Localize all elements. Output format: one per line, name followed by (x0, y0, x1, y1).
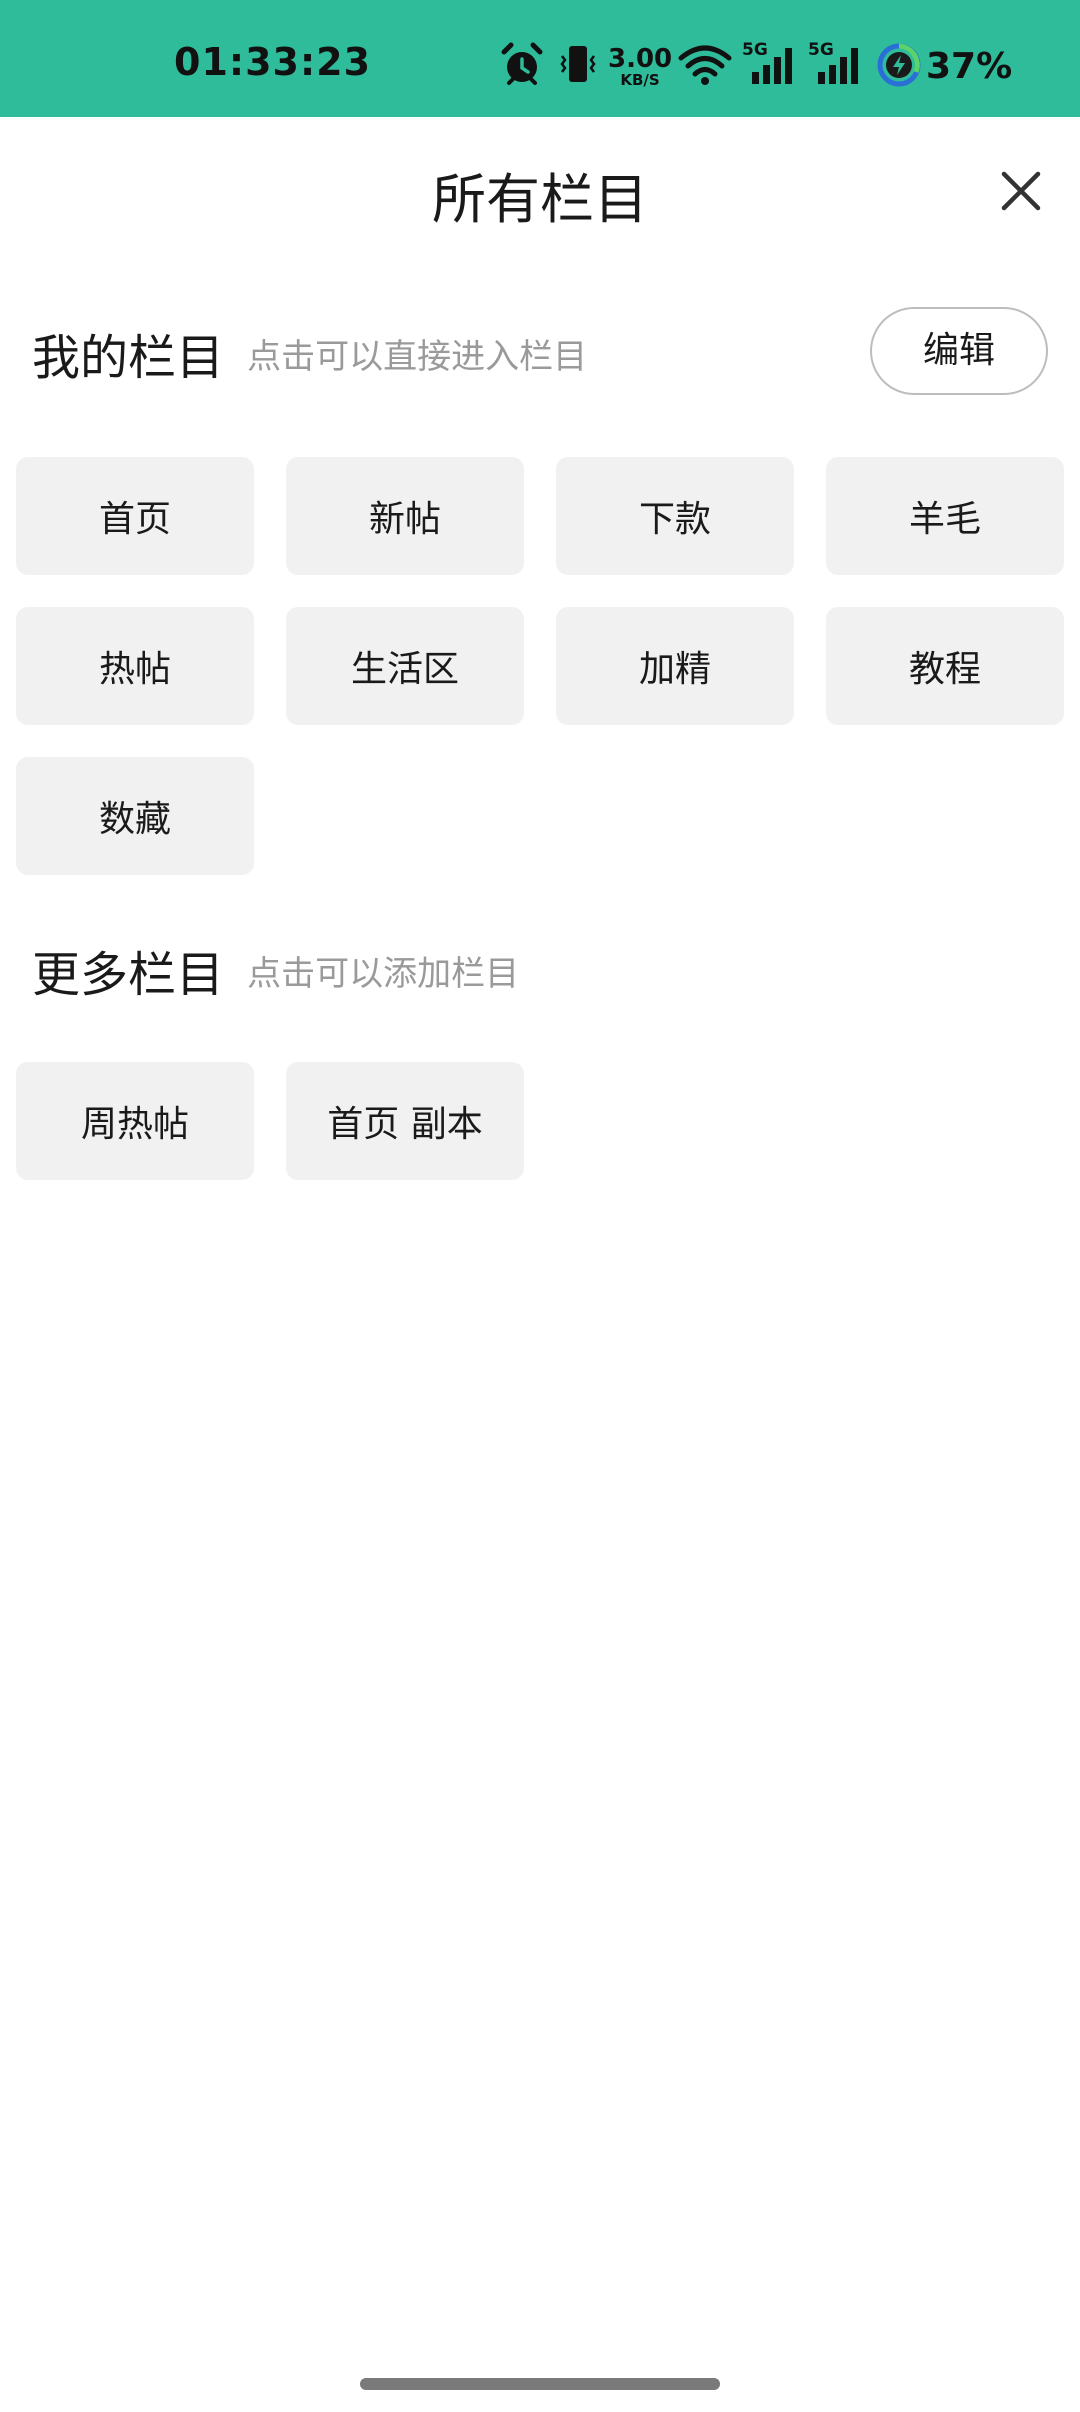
battery-charging-icon (877, 43, 921, 87)
wifi-icon (678, 45, 732, 85)
battery-percent: 37% (926, 46, 1013, 87)
status-bar: 01:33:23 3.00 KB/S 5G 5G 37% (0, 0, 1080, 117)
network-speed-unit: KB/S (620, 71, 660, 89)
signal-icon: 5G (808, 40, 866, 88)
column-chip-deals[interactable]: 羊毛 (826, 457, 1064, 575)
column-chip-home-copy[interactable]: 首页 副本 (286, 1062, 524, 1180)
my-columns-hint: 点击可以直接进入栏目 (247, 336, 588, 377)
edit-button[interactable]: 编辑 (870, 307, 1048, 395)
my-columns-title: 我的栏目 (32, 330, 225, 386)
more-columns-hint: 点击可以添加栏目 (247, 953, 520, 994)
column-chip-life[interactable]: 生活区 (286, 607, 524, 725)
close-icon[interactable] (990, 160, 1052, 222)
close-button[interactable] (990, 160, 1052, 222)
more-columns-header: 更多栏目 点击可以添加栏目 (32, 935, 519, 1005)
column-chip-digital-collectibles[interactable]: 数藏 (16, 757, 254, 875)
alarm-icon (501, 42, 543, 85)
my-columns-grid: 首页 新帖 下款 羊毛 热帖 生活区 加精 教程 数藏 (16, 457, 1064, 875)
column-chip-home[interactable]: 首页 (16, 457, 254, 575)
network-speed: 3.00 KB/S (608, 46, 672, 88)
signal-icon: 5G (742, 40, 800, 88)
vibrate-icon (560, 46, 596, 82)
my-columns-header: 我的栏目 点击可以直接进入栏目 (32, 318, 587, 388)
more-columns-title: 更多栏目 (32, 947, 225, 1003)
column-chip-new-posts[interactable]: 新帖 (286, 457, 524, 575)
all-columns-page: 01:33:23 3.00 KB/S 5G 5G 37% 所有栏目 我的栏目 点… (0, 0, 1080, 2412)
column-chip-featured[interactable]: 加精 (556, 607, 794, 725)
column-chip-loans[interactable]: 下款 (556, 457, 794, 575)
page-title: 所有栏目 (432, 168, 648, 231)
status-time: 01:33:23 (174, 40, 372, 84)
column-chip-hot-posts[interactable]: 热帖 (16, 607, 254, 725)
more-columns-grid: 周热帖 首页 副本 (16, 1062, 1064, 1180)
network-speed-value: 3.00 (608, 44, 673, 74)
home-indicator[interactable] (360, 2378, 720, 2390)
column-chip-weekly-hot[interactable]: 周热帖 (16, 1062, 254, 1180)
column-chip-tutorials[interactable]: 教程 (826, 607, 1064, 725)
status-icons: 3.00 KB/S 5G 5G 37% (500, 40, 1020, 88)
